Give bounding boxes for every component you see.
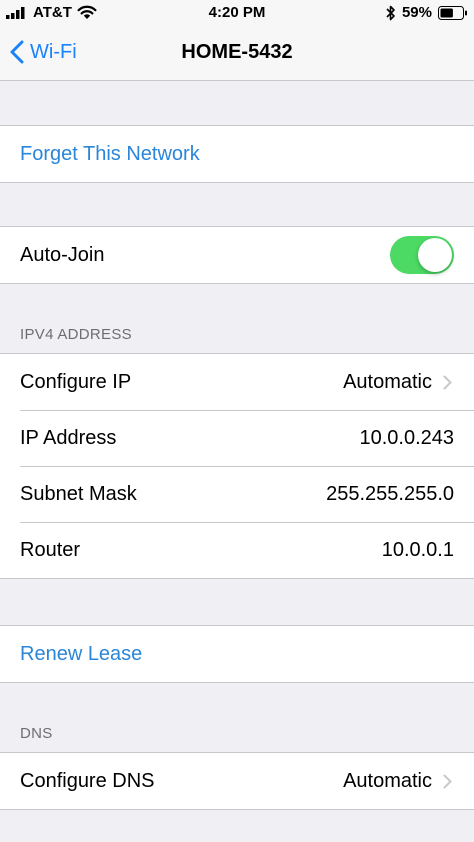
router-cell: Router 10.0.0.1	[0, 522, 474, 578]
renew-lease-button[interactable]: Renew Lease	[20, 643, 454, 666]
subnet-mask-label: Subnet Mask	[20, 482, 137, 505]
renew-group: Renew Lease	[0, 625, 474, 683]
chevron-right-icon	[440, 375, 454, 390]
auto-join-label: Auto-Join	[20, 243, 105, 266]
ip-address-label: IP Address	[20, 426, 117, 449]
ip-address-value: 10.0.0.243	[359, 426, 454, 449]
router-value: 10.0.0.1	[381, 538, 454, 561]
battery-icon	[438, 5, 467, 20]
status-bar: AT&T 4:20 PM 59%	[0, 0, 474, 28]
bluetooth-icon	[386, 5, 395, 20]
configure-dns-label: Configure DNS	[20, 769, 155, 792]
configure-dns-cell[interactable]: Configure DNS Automatic	[0, 753, 474, 809]
configure-ip-cell[interactable]: Configure IP Automatic	[0, 354, 474, 410]
renew-lease-cell[interactable]: Renew Lease	[0, 626, 474, 682]
navigation-bar: Wi-Fi HOME-5432	[0, 28, 474, 81]
page-title: HOME-5432	[181, 41, 293, 63]
subnet-mask-cell: Subnet Mask 255.255.255.0	[0, 466, 474, 522]
auto-join-group: Auto-Join	[0, 226, 474, 284]
router-label: Router	[20, 538, 81, 561]
ipv4-group: Configure IP Automatic IP Address 10.0.0…	[0, 353, 474, 579]
battery-percent: 59%	[401, 4, 432, 21]
auto-join-toggle[interactable]	[390, 236, 454, 274]
chevron-right-icon	[440, 774, 454, 789]
forget-network-cell[interactable]: Forget This Network	[0, 126, 474, 182]
ip-address-cell: IP Address 10.0.0.243	[0, 410, 474, 466]
auto-join-cell: Auto-Join	[0, 227, 474, 283]
subnet-mask-value: 255.255.255.0	[326, 482, 454, 505]
ipv4-section-header: IPV4 ADDRESS	[20, 326, 132, 343]
status-right: 59%	[386, 4, 468, 21]
dns-section-header: DNS	[20, 725, 53, 742]
forget-network-button[interactable]: Forget This Network	[20, 143, 454, 166]
toggle-knob	[418, 238, 452, 272]
configure-ip-label: Configure IP	[20, 370, 132, 393]
configure-ip-value: Automatic	[343, 370, 432, 393]
configure-dns-value: Automatic	[343, 769, 432, 792]
forget-group: Forget This Network	[0, 125, 474, 183]
dns-group: Configure DNS Automatic	[0, 752, 474, 810]
